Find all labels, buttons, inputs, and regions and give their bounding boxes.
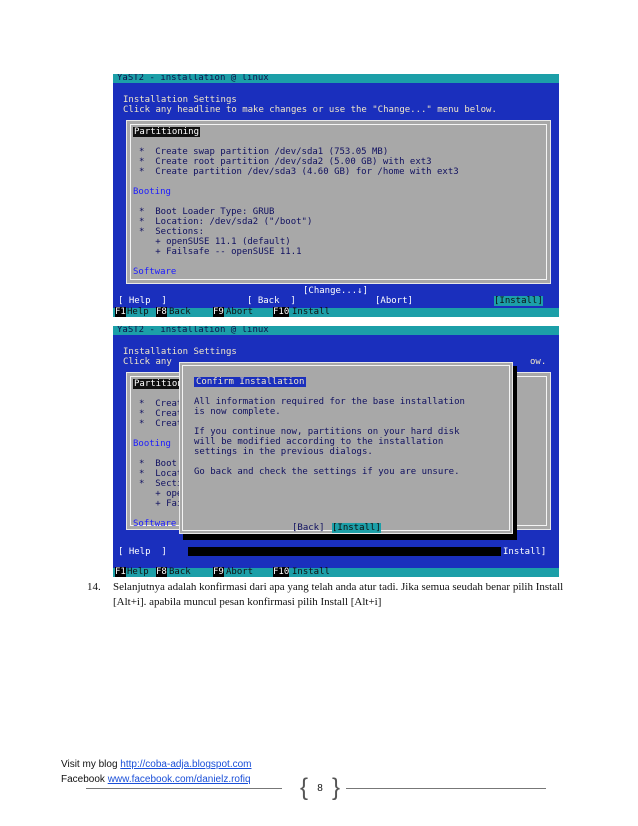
fkey-install[interactable]: F10 [273, 567, 290, 577]
settings-subheading-tail: ow. [530, 357, 547, 367]
dialog-back-button[interactable]: [Back] [292, 523, 325, 533]
partitioning-headline[interactable]: Partitioning [133, 127, 201, 137]
fkey-back[interactable]: F8 [156, 307, 167, 317]
dialog-text-line: If you continue now, partitions on your … [194, 427, 460, 437]
step-number: 14. [87, 581, 101, 593]
boot-line: * Location: /dev/sda2 ("/boot") [139, 217, 313, 227]
yast-screenshot-confirm: YaST2 - installation @ linux Installatio… [113, 326, 559, 577]
boot-line: + openSUSE 11.1 (default) [139, 237, 291, 247]
settings-heading: Installation Settings [123, 347, 237, 357]
back-button[interactable]: [ Back ] [247, 296, 296, 306]
fkey-install-label: Install [292, 567, 330, 577]
dialog-bottom-shadow [188, 547, 501, 556]
software-headline[interactable]: Software [133, 267, 176, 277]
boot-line: * Sections: [139, 227, 205, 237]
window-title-bar: YaST2 - installation @ linux [113, 74, 559, 83]
footer-blog: Visit my blog http://coba-adja.blogspot.… [61, 759, 252, 770]
fkey-back-label: Back [169, 567, 191, 577]
fkey-help[interactable]: F1 [115, 567, 126, 577]
booting-headline[interactable]: Booting [133, 187, 171, 197]
install-button[interactable]: [Install] [494, 296, 543, 306]
dialog-text-line: All information required for the base in… [194, 397, 465, 407]
footer-blog-label: Visit my blog [61, 759, 121, 770]
page-number-box: { 8 } [300, 776, 340, 802]
install-button-partial[interactable]: Install] [503, 547, 546, 557]
settings-heading: Installation Settings [123, 95, 237, 105]
partition-line: * Creat [139, 419, 183, 429]
dialog-text-line: Go back and check the settings if you ar… [194, 467, 460, 477]
help-button[interactable]: [ Help ] [118, 296, 167, 306]
partition-line: * Creat [139, 399, 183, 409]
partition-line: * Create swap partition /dev/sda1 (753.0… [139, 147, 389, 157]
partition-line: * Create root partition /dev/sda2 (5.00 … [139, 157, 432, 167]
dialog-text-line: settings in the previous dialogs. [194, 447, 373, 457]
right-brace-icon: } [331, 774, 340, 801]
footer-rule-right [346, 788, 546, 789]
dialog-title: Confirm Installation [194, 377, 307, 387]
partitioning-headline[interactable]: Partition [133, 379, 184, 389]
boot-line: * Boot [139, 459, 177, 469]
boot-line: * Locat [139, 469, 183, 479]
function-key-bar: F1 Help F8 Back F9 Abort F10 Install [113, 567, 559, 577]
abort-button[interactable]: [Abort] [375, 296, 413, 306]
boot-line: + Fai [139, 499, 183, 509]
settings-panel[interactable]: Partitioning * Create swap partition /de… [126, 120, 551, 284]
partition-line: * Create partition /dev/sda3 (4.60 GB) f… [139, 167, 459, 177]
partition-line: * Creat [139, 409, 183, 419]
settings-subheading: Click any headline to make changes or us… [123, 105, 497, 115]
boot-line: * Boot Loader Type: GRUB [139, 207, 275, 217]
fkey-abort-label: Abort [226, 307, 254, 317]
fkey-help-label: Help [127, 307, 149, 317]
boot-line: * Secti [139, 479, 183, 489]
fkey-back[interactable]: F8 [156, 567, 167, 577]
boot-line: + ope [139, 489, 183, 499]
facebook-link[interactable]: www.facebook.com/danielz.rofiq [108, 774, 251, 785]
software-headline[interactable]: Software [133, 519, 176, 529]
fkey-abort[interactable]: F9 [213, 307, 224, 317]
confirm-installation-dialog: Confirm Installation All information req… [179, 362, 513, 534]
fkey-install[interactable]: F10 [273, 307, 290, 317]
fkey-abort-label: Abort [226, 567, 254, 577]
step-text: Selanjutnya adalah konfirmasi dari apa y… [113, 581, 564, 608]
fkey-help[interactable]: F1 [115, 307, 126, 317]
booting-headline[interactable]: Booting [133, 439, 171, 449]
boot-line: + Failsafe -- openSUSE 11.1 [139, 247, 302, 257]
fkey-install-label: Install [292, 307, 330, 317]
fkey-back-label: Back [169, 307, 191, 317]
window-title: YaST2 - installation @ linux [117, 326, 269, 335]
fkey-abort[interactable]: F9 [213, 567, 224, 577]
left-brace-icon: { [300, 774, 309, 801]
footer-fb-label: Facebook [61, 774, 108, 785]
blog-link[interactable]: http://coba-adja.blogspot.com [120, 759, 251, 770]
footer-facebook: Facebook www.facebook.com/danielz.rofiq [61, 774, 251, 785]
dialog-text-line: will be modified according to the instal… [194, 437, 444, 447]
dialog-install-button[interactable]: [Install] [332, 523, 381, 533]
help-button[interactable]: [ Help ] [118, 547, 167, 557]
footer-rule-left [86, 788, 282, 789]
yast-screenshot-settings: YaST2 - installation @ linux Installatio… [113, 74, 559, 317]
change-button[interactable]: [Change...↓] [303, 286, 368, 296]
window-title: YaST2 - installation @ linux [117, 74, 269, 83]
dialog-text-line: is now complete. [194, 407, 281, 417]
page-number: 8 [317, 783, 323, 794]
settings-subheading: Click any [123, 357, 172, 367]
window-title-bar: YaST2 - installation @ linux [113, 326, 559, 335]
function-key-bar: F1 Help F8 Back F9 Abort F10 Install [113, 307, 559, 317]
fkey-help-label: Help [127, 567, 149, 577]
